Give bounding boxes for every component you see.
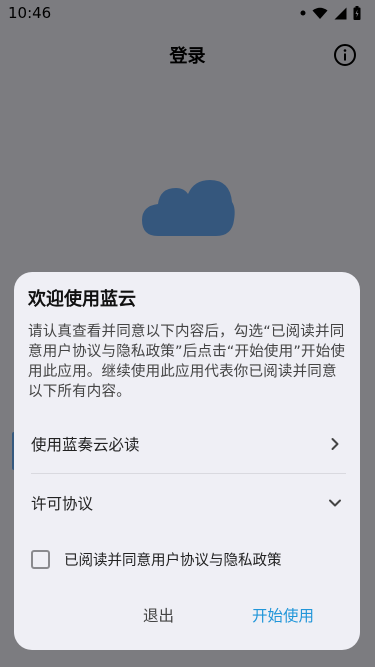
page-title: 登录 (169, 46, 206, 67)
cell-signal-icon (334, 7, 347, 19)
start-button[interactable]: 开始使用 (244, 598, 322, 632)
agreement-checkbox-row[interactable]: 已阅读并同意用户协议与隐私政策 (28, 536, 346, 582)
dialog-body: 请认真查看并同意以下内容后，勾选“已阅读并同意用户协议与隐私政策”后点击“开始使… (28, 324, 346, 400)
agreement-checkbox[interactable] (31, 549, 50, 569)
must-read-row[interactable]: 使用蓝奏云必读 (28, 415, 346, 473)
signal-dot-icon (300, 10, 306, 16)
dialog-actions: 退出 开始使用 (14, 598, 360, 632)
status-bar: 10:46 (0, 0, 375, 26)
info-icon[interactable] (333, 43, 357, 67)
cloud-logo-icon (142, 180, 235, 236)
must-read-label: 使用蓝奏云必读 (31, 436, 140, 454)
welcome-dialog: 欢迎使用蓝云 请认真查看并同意以下内容后，勾选“已阅读并同意用户协议与隐私政策”… (14, 272, 360, 650)
wifi-icon (312, 7, 328, 19)
agreement-label: 已阅读并同意用户协议与隐私政策 (64, 552, 282, 569)
license-label: 许可协议 (31, 495, 94, 513)
dialog-title: 欢迎使用蓝云 (28, 289, 136, 310)
chevron-down-icon (329, 499, 341, 507)
app-bar: 登录 (0, 36, 375, 74)
status-time: 10:46 (8, 4, 52, 22)
chevron-right-icon (331, 438, 339, 450)
exit-button[interactable]: 退出 (135, 598, 182, 632)
license-row[interactable]: 许可协议 (28, 474, 346, 532)
battery-icon (353, 6, 361, 20)
status-icons (300, 6, 361, 20)
